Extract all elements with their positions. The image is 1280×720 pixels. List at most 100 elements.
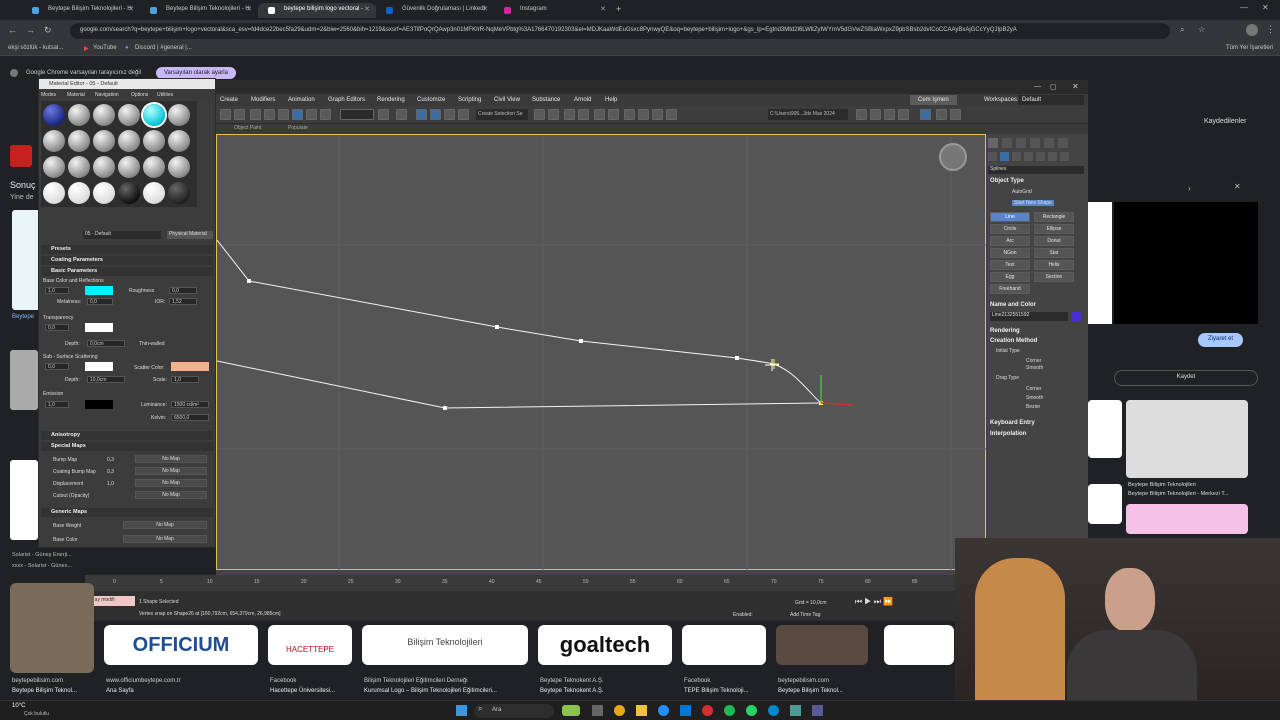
- rectangle-button[interactable]: Rectangle: [1034, 212, 1074, 222]
- ellipse-button[interactable]: Ellipse: [1034, 224, 1074, 234]
- related-image[interactable]: [1088, 484, 1122, 524]
- angle-snap-icon[interactable]: [430, 109, 441, 120]
- roughness-label[interactable]: Roughness: [129, 288, 154, 294]
- cutout-map-slot[interactable]: No Map: [135, 491, 207, 499]
- preview-image[interactable]: [1088, 202, 1112, 324]
- bump-map-slot[interactable]: No Map: [135, 455, 207, 463]
- menu-substance[interactable]: Substance: [532, 97, 560, 103]
- helpers-icon[interactable]: [1036, 152, 1045, 161]
- related-title[interactable]: Beytepe Bilişim Teknolojileri: [1128, 482, 1196, 488]
- folder-icon[interactable]: [870, 109, 881, 120]
- related-image[interactable]: [1088, 400, 1122, 458]
- ior-input[interactable]: 1,52: [169, 298, 197, 305]
- image-result[interactable]: [12, 210, 40, 310]
- chevron-right-icon[interactable]: ›: [1188, 184, 1191, 193]
- select-object-icon[interactable]: [250, 109, 261, 120]
- drag-bezier-radio[interactable]: Bezier: [1026, 404, 1040, 410]
- taskbar-search[interactable]: Ara: [474, 704, 554, 718]
- search-icon[interactable]: ⌕: [1180, 25, 1184, 35]
- line-button[interactable]: Line: [990, 212, 1030, 222]
- transform-gizmo[interactable]: [820, 375, 854, 406]
- star-button[interactable]: Star: [1034, 248, 1074, 258]
- windows-start-icon[interactable]: [456, 705, 467, 716]
- browser-tab[interactable]: Beytepe Bilişim Teknolojileri - H ✕: [22, 3, 140, 18]
- spacewarps-icon[interactable]: [1048, 152, 1057, 161]
- cutout-label[interactable]: Cutout (Opacity): [53, 493, 89, 499]
- section-button[interactable]: Section: [1034, 272, 1074, 282]
- text-button[interactable]: Text: [990, 260, 1030, 270]
- timeline[interactable]: 0 5 10 15 20 25 30 35 40 45 50 55 60 65 70 75 80 85: [85, 575, 955, 591]
- result-title[interactable]: Beytepe Bilişim Teknol...: [778, 688, 843, 694]
- menu-material[interactable]: Material: [67, 92, 85, 98]
- project-icon[interactable]: [856, 109, 867, 120]
- material-type-button[interactable]: Physical Material: [167, 231, 213, 239]
- sss-weight-input[interactable]: 0,0: [45, 363, 69, 370]
- bump-map-label[interactable]: Bump Map: [53, 457, 77, 463]
- sample-sphere[interactable]: [43, 182, 65, 204]
- sample-sphere[interactable]: [43, 130, 65, 152]
- bookmark[interactable]: ekşi sözlük - kutsal...: [8, 45, 63, 51]
- lights-icon[interactable]: [1012, 152, 1021, 161]
- category-dropdown[interactable]: Splines: [988, 166, 1084, 174]
- sample-sphere[interactable]: [118, 182, 140, 204]
- render-icon[interactable]: [666, 109, 677, 120]
- close-icon[interactable]: ✕: [1072, 82, 1079, 91]
- shapes-icon[interactable]: [1000, 152, 1009, 161]
- coating-bump-map-slot[interactable]: No Map: [135, 467, 207, 475]
- scatter-color-swatch[interactable]: [171, 362, 209, 371]
- minimize-icon[interactable]: —: [1034, 83, 1041, 90]
- bookmark[interactable]: Discord | #general |...: [135, 45, 192, 51]
- select-by-name-icon[interactable]: [264, 109, 275, 120]
- user-account[interactable]: Cem Işmen: [910, 95, 957, 105]
- freehand-button[interactable]: Freehand: [990, 284, 1030, 294]
- spline-curve[interactable]: [768, 362, 822, 404]
- add-time-tag[interactable]: Add Time Tag: [790, 612, 820, 618]
- rollout-keyboard-entry[interactable]: Keyboard Entry: [990, 420, 1035, 426]
- metalness-input[interactable]: 0,0: [87, 298, 113, 305]
- reload-icon[interactable]: ↻: [44, 25, 52, 36]
- image-result[interactable]: HACETTEPE: [268, 625, 352, 665]
- address-bar[interactable]: google.com/search?q=beytepe+bilişim+logo…: [70, 23, 1170, 39]
- viewport-canvas[interactable]: [217, 135, 987, 571]
- luminance-input[interactable]: 1500 cd/m²: [171, 401, 209, 408]
- sample-sphere[interactable]: [168, 130, 190, 152]
- schematic-view-icon[interactable]: [608, 109, 619, 120]
- rollout-name-color[interactable]: Name and Color: [990, 302, 1036, 308]
- image-result[interactable]: [10, 583, 94, 673]
- result-logo[interactable]: [10, 145, 32, 167]
- base-color-map-label[interactable]: Base Color: [53, 537, 78, 543]
- egg-button[interactable]: Egg: [990, 272, 1030, 282]
- helix-button[interactable]: Helix: [1034, 260, 1074, 270]
- move-icon[interactable]: [292, 109, 303, 120]
- mirror-icon[interactable]: [534, 109, 545, 120]
- related-image[interactable]: [1126, 400, 1248, 478]
- menu-options[interactable]: Options: [131, 92, 148, 98]
- sample-sphere[interactable]: [143, 130, 165, 152]
- forward-icon[interactable]: →: [26, 25, 35, 35]
- sample-sphere-active[interactable]: [143, 104, 165, 126]
- sss-color-swatch[interactable]: [85, 362, 113, 371]
- snaps-toggle-icon[interactable]: [396, 109, 407, 120]
- align-icon[interactable]: [548, 109, 559, 120]
- task-view-icon[interactable]: [592, 705, 603, 716]
- related-image[interactable]: [1126, 504, 1248, 534]
- arnold-icon[interactable]: [936, 109, 947, 120]
- menu-icon[interactable]: ⋮: [1266, 24, 1275, 35]
- sample-sphere[interactable]: [143, 182, 165, 204]
- systems-icon[interactable]: [1060, 152, 1069, 161]
- sample-sphere[interactable]: [143, 156, 165, 178]
- visit-button[interactable]: Ziyaret et: [1198, 333, 1244, 347]
- rendered-frame-icon[interactable]: [652, 109, 663, 120]
- opera-icon[interactable]: [702, 705, 713, 716]
- menu-create[interactable]: Create: [220, 97, 238, 103]
- rollout-anisotropy[interactable]: Anisotropy: [41, 431, 213, 440]
- folder-icon[interactable]: [898, 109, 909, 120]
- spline-lower[interactable]: [217, 360, 822, 409]
- ribbon-toggle-icon[interactable]: [578, 109, 589, 120]
- rollout-coating[interactable]: Coating Parameters: [41, 256, 213, 265]
- menu-animation[interactable]: Animation: [288, 97, 315, 103]
- image-result[interactable]: [776, 625, 868, 665]
- roughness-input[interactable]: 0,0: [169, 287, 197, 294]
- maxscript-listener[interactable]: Array modifi: [87, 596, 135, 606]
- viewport-icon[interactable]: [920, 109, 931, 120]
